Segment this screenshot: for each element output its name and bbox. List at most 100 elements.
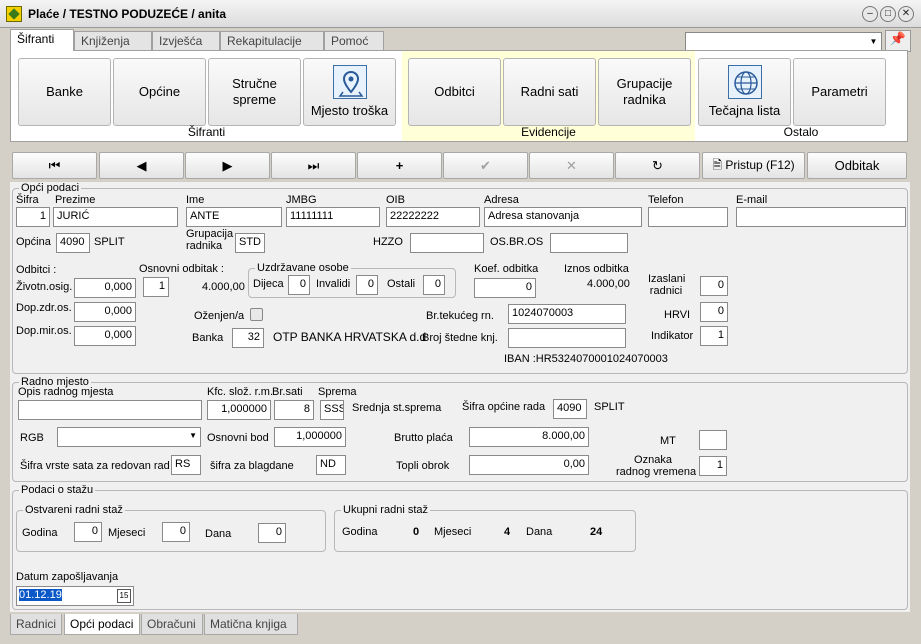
stedna-input[interactable] xyxy=(508,328,626,348)
grupacija-input[interactable]: STD xyxy=(235,233,265,253)
osnovni-bod-input[interactable]: 1,000000 xyxy=(274,427,346,447)
zivot-input[interactable]: 0,000 xyxy=(74,278,136,298)
tab-maticna-knjiga[interactable]: Matična knjiga xyxy=(204,614,298,635)
refresh-icon[interactable]: ↻ xyxy=(615,152,700,179)
vrsta-sata-input[interactable]: RS xyxy=(171,455,201,475)
pristup-button[interactable]: 🗎 Pristup (F12) xyxy=(702,152,805,179)
next-record-icon[interactable]: ▶ xyxy=(185,152,270,179)
odbitak-button[interactable]: Odbitak xyxy=(807,152,907,179)
chevron-down-icon[interactable]: ▼ xyxy=(189,431,197,440)
mt-label: MT xyxy=(660,435,676,447)
mjesto-troska-button[interactable]: Mjesto troška xyxy=(303,58,396,126)
oznaka-input[interactable]: 1 xyxy=(699,456,727,476)
tab-izvjesca[interactable]: Izvješća xyxy=(152,31,220,50)
rgb-select[interactable]: ▼ xyxy=(57,427,201,447)
telefon-input[interactable] xyxy=(648,207,728,227)
group-label-sifranti: Šifranti xyxy=(187,125,226,139)
ribbon-group-evidencije: Odbitci Radni sati Grupacije radnika Evi… xyxy=(402,51,695,141)
grupacije-radnika-button[interactable]: Grupacije radnika xyxy=(598,58,691,126)
topli-obrok-input[interactable]: 0,00 xyxy=(469,455,589,475)
grupacija-label: Grupacija radnika xyxy=(186,228,234,252)
izaslani-label: Izaslani radnici xyxy=(648,273,686,297)
uk-mjeseci-value: 4 xyxy=(504,526,511,538)
radni-sati-button[interactable]: Radni sati xyxy=(503,58,596,126)
confirm-icon[interactable]: ✔ xyxy=(443,152,528,179)
osnovni-odbitak-input[interactable]: 1 xyxy=(143,277,169,297)
hrvi-input[interactable]: 0 xyxy=(700,302,728,322)
opcina-code-input[interactable]: 4090 xyxy=(56,233,90,253)
osnovni-bod-label: Osnovni bod xyxy=(207,432,269,444)
tab-opci-podaci[interactable]: Opći podaci xyxy=(64,614,140,635)
search-combo[interactable]: ▼ xyxy=(685,32,882,52)
tab-rekapitulacije[interactable]: Rekapitulacije xyxy=(220,31,324,50)
blagdan-input[interactable]: ND xyxy=(316,455,346,475)
osbr-input[interactable] xyxy=(550,233,628,253)
calendar-icon[interactable]: 15 xyxy=(117,589,131,603)
kfc-input[interactable]: 1,000000 xyxy=(207,400,271,420)
sprema-code-input[interactable]: SSS xyxy=(320,400,344,420)
koef-input[interactable]: 0 xyxy=(474,278,536,298)
minimize-icon[interactable]: – xyxy=(862,6,878,22)
tekuci-input[interactable]: 1024070003 xyxy=(508,304,626,324)
tab-knjizenja[interactable]: Knjiženja xyxy=(74,31,152,50)
ostv-mjeseci-input[interactable]: 0 xyxy=(162,522,190,542)
izaslani-input[interactable]: 0 xyxy=(700,276,728,296)
opcina-rada-name: SPLIT xyxy=(594,401,625,413)
mt-input[interactable] xyxy=(699,430,727,450)
oib-input[interactable]: 22222222 xyxy=(386,207,480,227)
last-record-icon[interactable]: ⏭ xyxy=(271,152,356,179)
cancel-icon[interactable]: ✕ xyxy=(529,152,614,179)
ostv-godina-input[interactable]: 0 xyxy=(74,522,102,542)
parametri-button[interactable]: Parametri xyxy=(793,58,886,126)
strucne-spreme-button[interactable]: Stručne spreme xyxy=(208,58,301,126)
tab-sifranti[interactable]: Šifranti xyxy=(10,29,74,51)
tab-obracuni[interactable]: Obračuni xyxy=(141,614,203,635)
dopmir-input[interactable]: 0,000 xyxy=(74,326,136,346)
prezime-label: Prezime xyxy=(55,194,96,206)
djeca-label: Dijeca xyxy=(253,278,284,290)
pin-icon[interactable]: 📌 xyxy=(885,30,911,52)
hzzo-input[interactable] xyxy=(410,233,484,253)
tecajna-lista-label: Tečajna lista xyxy=(708,103,781,118)
ime-label: Ime xyxy=(186,194,205,206)
tab-pomoc[interactable]: Pomoć xyxy=(324,31,384,50)
brutto-label: Brutto plaća xyxy=(394,432,453,444)
first-record-icon[interactable]: ⏮ xyxy=(12,152,97,179)
djeca-input[interactable]: 0 xyxy=(288,275,310,295)
topli-obrok-label: Topli obrok xyxy=(396,460,450,472)
banke-button[interactable]: Banke xyxy=(18,58,111,126)
jmbg-input[interactable]: 11111111 xyxy=(286,207,380,227)
prezime-input[interactable]: JURIĆ xyxy=(53,207,178,227)
osnovni-odbitak-amount: 4.000,00 xyxy=(202,281,245,293)
ostali-input[interactable]: 0 xyxy=(423,275,445,295)
dopzdr-input[interactable]: 0,000 xyxy=(74,302,136,322)
ostv-dana-input[interactable]: 0 xyxy=(258,523,286,543)
opcina-name: SPLIT xyxy=(94,236,125,248)
add-record-icon[interactable]: + xyxy=(357,152,442,179)
brutto-input[interactable]: 8.000,00 xyxy=(469,427,589,447)
close-icon[interactable]: ✕ xyxy=(898,6,914,22)
odbitci-button[interactable]: Odbitci xyxy=(408,58,501,126)
sifra-label: Šifra xyxy=(16,194,39,206)
opcine-button[interactable]: Općine xyxy=(113,58,206,126)
indikator-input[interactable]: 1 xyxy=(700,326,728,346)
sifra-input[interactable]: 1 xyxy=(16,207,50,227)
tecajna-lista-button[interactable]: Tečajna lista xyxy=(698,58,791,126)
prev-record-icon[interactable]: ◀ xyxy=(99,152,184,179)
brsati-input[interactable]: 8 xyxy=(274,400,314,420)
adresa-input[interactable]: Adresa stanovanja xyxy=(484,207,642,227)
tab-radnici[interactable]: Radnici xyxy=(10,614,62,635)
opis-input[interactable] xyxy=(18,400,202,420)
banka-code-input[interactable]: 32 xyxy=(232,328,264,348)
chevron-down-icon[interactable]: ▼ xyxy=(866,33,881,51)
email-input[interactable] xyxy=(736,207,906,227)
ime-input[interactable]: ANTE xyxy=(186,207,282,227)
ozenjen-checkbox[interactable] xyxy=(250,308,263,321)
invalidi-input[interactable]: 0 xyxy=(356,275,378,295)
oznaka-label: Oznaka radnog vremena xyxy=(616,454,696,478)
currency-globe-icon xyxy=(727,65,762,99)
opcina-rada-input[interactable]: 4090 xyxy=(553,399,587,419)
datum-input[interactable]: 01.12.19 15 xyxy=(16,586,134,606)
iban-text: IBAN :HR5324070001024070003 xyxy=(504,353,668,365)
maximize-icon[interactable]: □ xyxy=(880,6,896,22)
